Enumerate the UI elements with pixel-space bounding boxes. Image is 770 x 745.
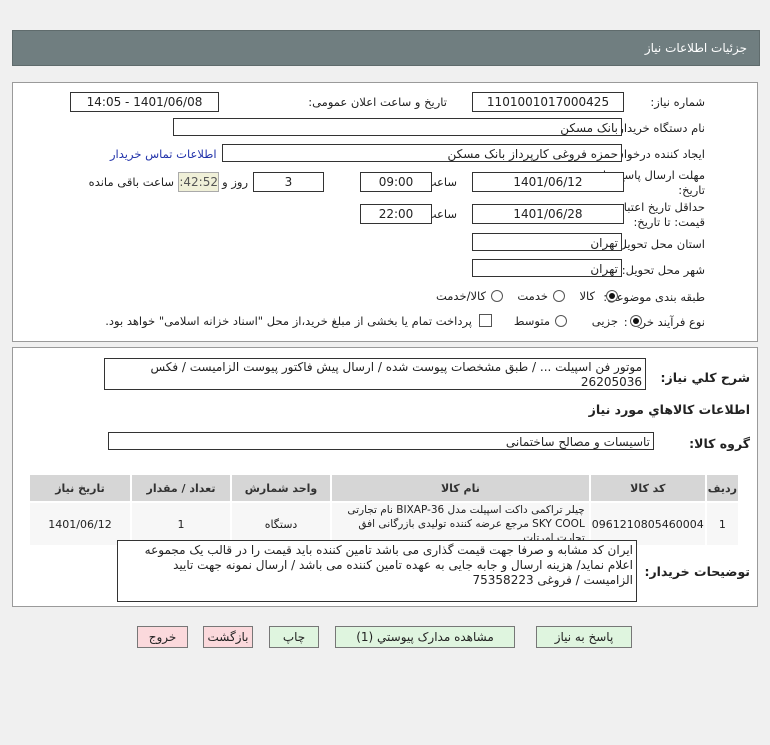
treasury-payment-checkbox[interactable] [479,314,492,327]
process-minor-label: جزیی [591,314,618,328]
city-label: شهر محل تحویل: [621,263,705,277]
col-name: نام کالا [330,473,591,503]
province-label: استان محل تحویل: [614,237,705,251]
view-attachments-button[interactable]: مشاهده مدارک پیوستي (1) [335,626,515,648]
remaining-label: ساعت باقی مانده [88,175,174,189]
page-title: جزئیات اطلاعات نیاز [644,41,747,55]
buyer-field: بانک مسکن [173,118,622,136]
col-date: تاریخ نیاز [28,473,132,503]
validity-date-field: 1401/06/28 [472,204,624,224]
process-medium-label: متوسط [513,314,550,328]
category-goods-label: کالا [579,289,595,303]
reply-button[interactable]: پاسخ به نیاز [536,626,632,648]
days-field: 3 [253,172,324,192]
col-row: ردیف [704,473,741,503]
category-service-label: خدمت [517,289,548,303]
province-field: تهران [472,233,622,251]
category-radio-goods[interactable] [606,290,618,302]
need-number-label: شماره نیاز: [650,95,705,109]
creator-field: حمزه فروغی کارپرداز بانک مسکن [222,144,622,162]
page-header: جزئیات اطلاعات نیاز [12,30,760,66]
back-button[interactable]: بازگشت [203,626,253,648]
group-label: گروه کالا: [689,436,750,451]
announce-label: تاریخ و ساعت اعلان عمومی: [308,95,447,109]
validity-time-field: 22:00 [360,204,432,224]
goods-section-title: اطلاعات کالاهاي مورد نياز [588,402,750,417]
summary-label: شرح کلي نياز: [660,370,750,385]
category-goods-service-label: کالا/خدمت [435,289,486,303]
notes-field: ایران کد مشابه و صرفا جهت قیمت گذاری می … [117,540,637,602]
cell-row: 1 [704,501,741,547]
category-radio-service[interactable] [553,290,565,302]
group-field: تاسیسات و مصالح ساختمانی [108,432,654,450]
category-label: طبقه بندی موضوعی: [603,290,705,304]
validity-label-2: قیمت: تا تاریخ: [633,215,705,229]
buyer-contact-link[interactable]: اطلاعات تماس خریدار [110,147,217,161]
announce-field: 1401/06/08 - 14:05 [70,92,219,112]
print-button[interactable]: چاپ [269,626,319,648]
col-qty: تعداد / مقدار [130,473,232,503]
process-radio-minor[interactable] [630,315,642,327]
need-number-field: 1101001017000425 [472,92,624,112]
summary-field: موتور فن اسپیلت ... / طبق مشخصات پیوست ش… [104,358,646,390]
validity-label: حداقل تاریخ اعتبار [618,200,705,214]
buyer-label: نام دستگاه خریدار: [614,121,705,135]
deadline-label-2: تاریخ: [678,183,705,197]
process-radio-medium[interactable] [555,315,567,327]
remaining-time-field: 18:42:52 [178,172,219,192]
cell-date: 1401/06/12 [28,501,132,547]
goods-table: ردیف کد کالا نام کالا واحد شمارش تعداد /… [28,473,741,547]
category-radio-goods-service[interactable] [491,290,503,302]
notes-label: توضیحات خریدار: [644,564,750,579]
col-unit: واحد شمارش [230,473,332,503]
treasury-payment-note: پرداخت تمام یا بخشی از مبلغ خرید،از محل … [105,314,472,328]
city-field: تهران [472,259,622,277]
col-code: کد کالا [588,473,707,503]
deadline-time-field: 09:00 [360,172,432,192]
days-label: روز و [222,175,248,189]
exit-button[interactable]: خروج [137,626,188,648]
table-header-row: ردیف کد کالا نام کالا واحد شمارش تعداد /… [28,473,741,503]
deadline-date-field: 1401/06/12 [472,172,624,192]
